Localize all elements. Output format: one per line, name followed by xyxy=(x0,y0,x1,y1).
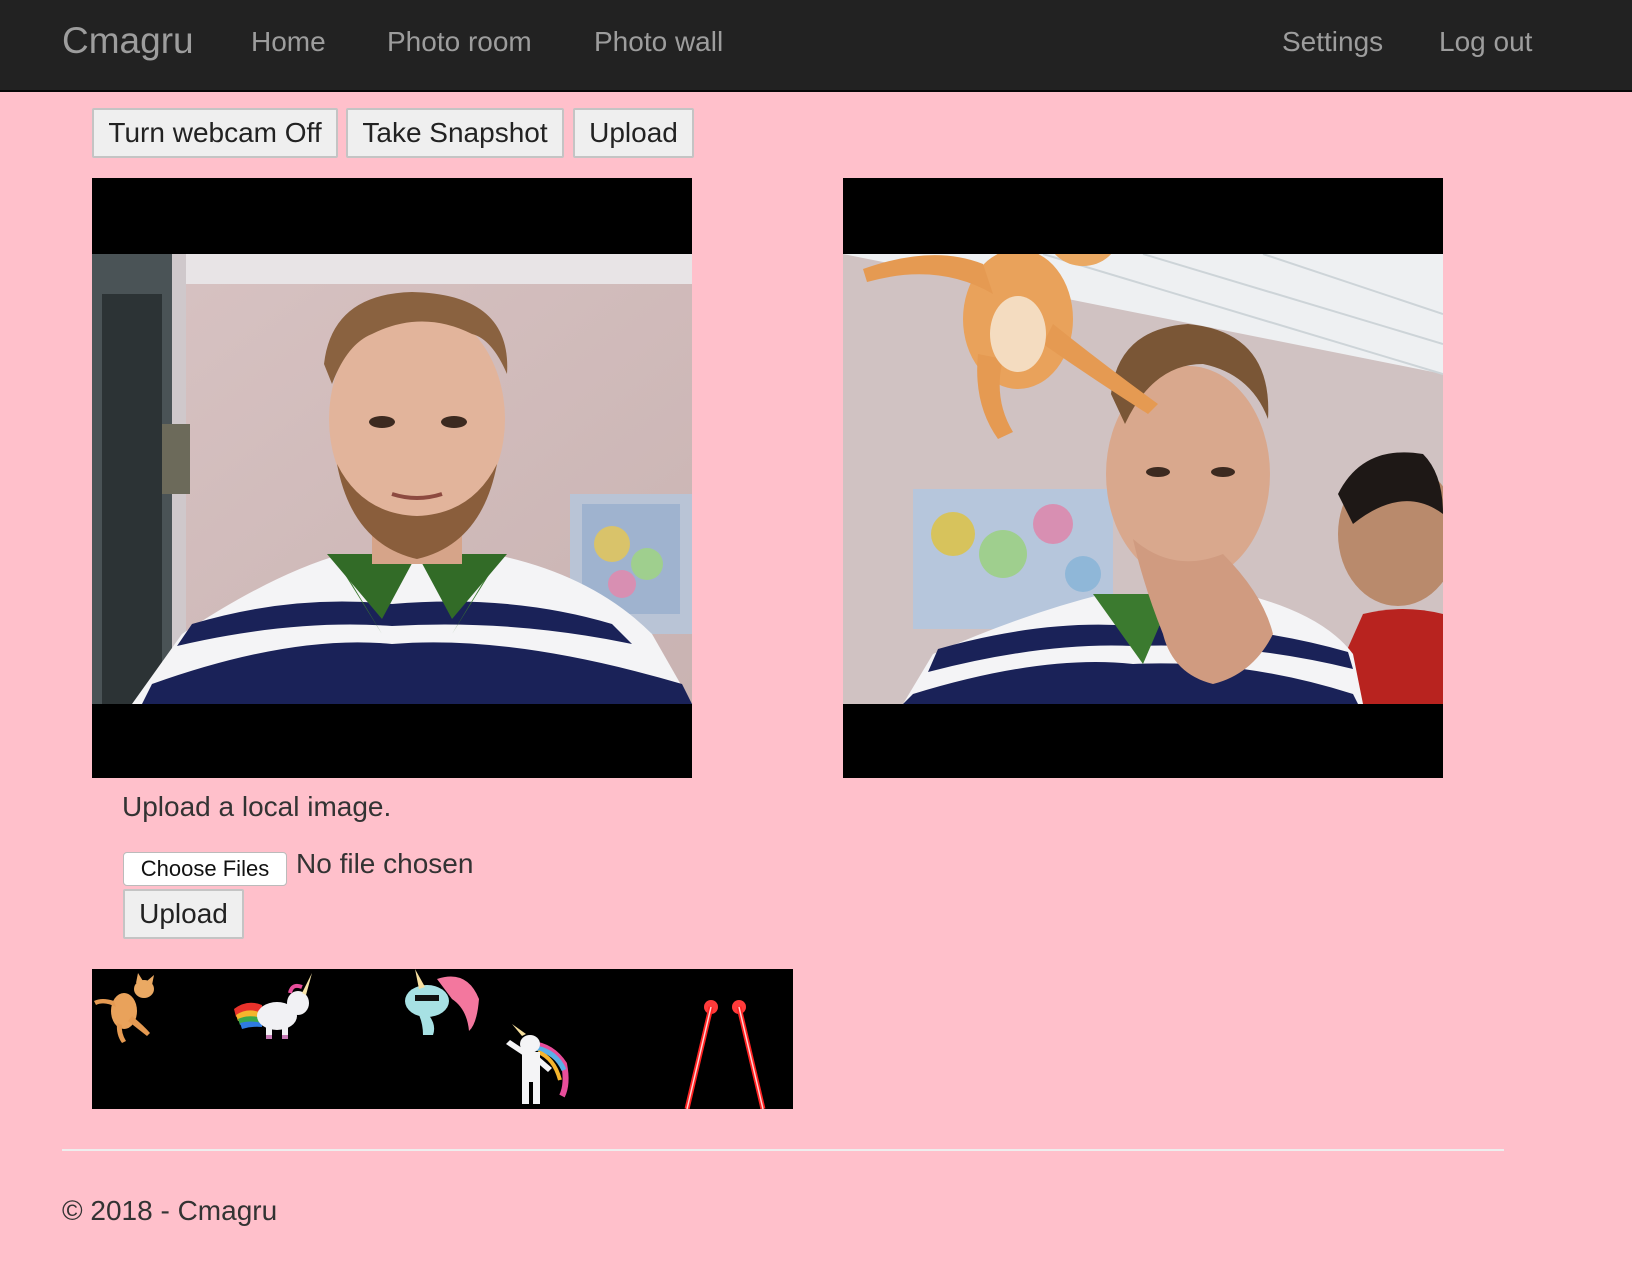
turn-webcam-off-button[interactable]: Turn webcam Off xyxy=(92,108,338,158)
snapshot-image xyxy=(843,254,1443,704)
nav-photo-room[interactable]: Photo room xyxy=(387,26,532,58)
sticker-strip xyxy=(92,969,793,1109)
dabbing-unicorn-sticker-icon[interactable] xyxy=(502,1024,572,1106)
unicorn-head-sticker-icon[interactable] xyxy=(397,969,482,1039)
navbar: Cmagru Home Photo room Photo wall Settin… xyxy=(0,0,1632,92)
nav-photo-wall[interactable]: Photo wall xyxy=(594,26,723,58)
snapshot-canvas xyxy=(843,178,1443,778)
upload-prompt: Upload a local image. xyxy=(122,791,392,822)
webcam-feed-image xyxy=(92,254,692,704)
take-snapshot-button[interactable]: Take Snapshot xyxy=(346,108,564,158)
webcam-video xyxy=(92,178,692,778)
laser-eyes-sticker-icon[interactable] xyxy=(677,999,787,1109)
nav-log-out[interactable]: Log out xyxy=(1439,26,1532,58)
rainbow-unicorn-sticker-icon[interactable] xyxy=(232,971,317,1046)
no-file-chosen-text: No file chosen xyxy=(296,848,474,879)
brand-link[interactable]: Cmagru xyxy=(62,20,194,62)
footer-copyright: © 2018 - Cmagru xyxy=(62,1195,278,1226)
upload-file-button[interactable]: Upload xyxy=(123,889,244,939)
nav-home[interactable]: Home xyxy=(251,26,326,58)
choose-files-button[interactable]: Choose Files xyxy=(123,852,287,886)
footer-divider xyxy=(62,1149,1504,1151)
cat-sticker-icon[interactable] xyxy=(92,971,167,1046)
upload-snapshot-button[interactable]: Upload xyxy=(573,108,694,158)
nav-settings[interactable]: Settings xyxy=(1282,26,1383,58)
